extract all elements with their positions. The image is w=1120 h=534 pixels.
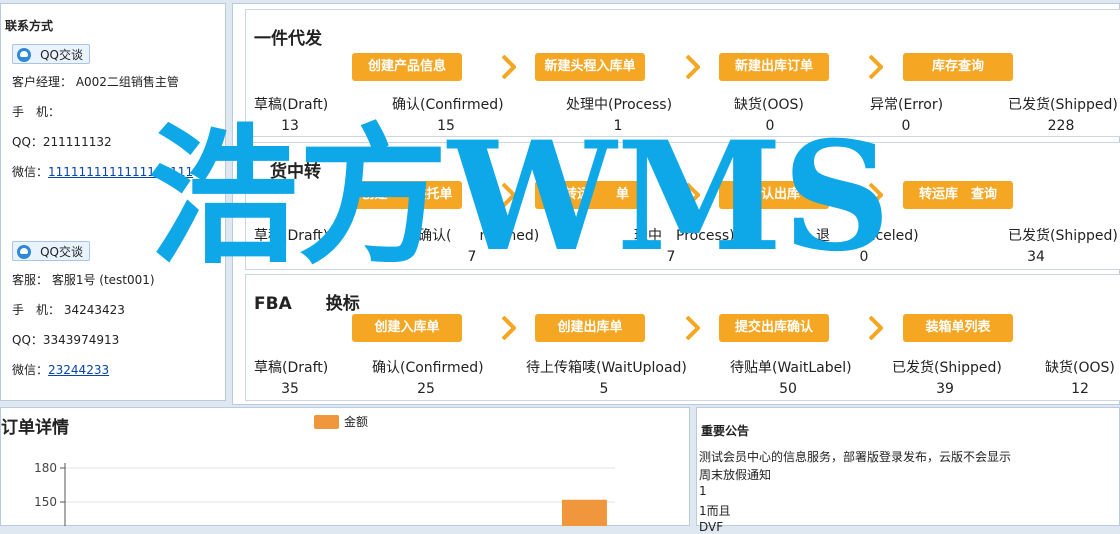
customer-manager: 客户经理： A002二组销售主管: [12, 75, 179, 89]
notice-item[interactable]: 测试会员中心的信息服务，部署版登录发布，云版不会显示: [699, 448, 1011, 465]
wechat-label: 微信：: [12, 363, 49, 377]
qq-icon: [17, 48, 31, 62]
service-wechat-link[interactable]: 23244233: [48, 363, 109, 377]
chevron-right-icon: [502, 316, 516, 340]
stat-label-draft[interactable]: 草稿(Draft): [254, 357, 328, 377]
service-phone: 手 机： 34243423: [12, 303, 125, 317]
inventory-query-button[interactable]: 库存查询: [903, 53, 1013, 81]
notice-title: 重要公告: [701, 424, 750, 438]
stat-value-shipped[interactable]: 228: [1031, 118, 1091, 134]
section-title: FBA 换标: [254, 289, 360, 314]
stat-label-shipped[interactable]: 已发货(Shipped): [1008, 94, 1118, 114]
wechat-label: 微信：: [12, 165, 49, 179]
create-inbound-button[interactable]: 新建头程入库单: [535, 53, 645, 81]
notice-item[interactable]: DVF: [699, 520, 723, 534]
stat-label-shipped[interactable]: 已发货(Shipped): [892, 357, 1002, 377]
stat-value-shipped[interactable]: 34: [1006, 249, 1066, 265]
packing-list-button[interactable]: 装箱单列表: [903, 314, 1013, 342]
contact-title: 联系方式: [5, 19, 54, 33]
qq-chat-label: QQ交谈: [40, 245, 83, 259]
y-tick-label: 150: [34, 495, 57, 509]
submit-outbound-confirm-button[interactable]: 提交出库确认: [719, 314, 829, 342]
chevron-right-icon: [686, 55, 700, 79]
transit-inventory-query-button[interactable]: 转运库 查询: [903, 181, 1013, 209]
order-chart: 180 150: [34, 461, 615, 526]
manager-phone: 手 机：: [12, 105, 61, 119]
chevron-right-icon: [869, 316, 883, 340]
qq-chat-button-service[interactable]: QQ交谈: [12, 241, 90, 261]
stat-value-waitlabel[interactable]: 50: [758, 381, 818, 397]
create-outbound-button[interactable]: 新建出库订单: [719, 53, 829, 81]
stat-label-waitupload[interactable]: 待上传箱唛(WaitUpload): [526, 357, 687, 377]
button-part: 转运库: [918, 187, 958, 202]
service-name: 客服： 客服1号 (test001): [12, 273, 155, 287]
stat-label-waitlabel[interactable]: 待贴单(WaitLabel): [730, 357, 852, 377]
create-product-button[interactable]: 创建产品信息: [352, 53, 462, 81]
button-part: 查询: [971, 187, 998, 202]
stat-label-confirmed[interactable]: 确认(Confirmed): [372, 357, 484, 377]
qq-chat-button-manager[interactable]: QQ交谈: [12, 44, 90, 64]
notice-item[interactable]: 周末放假通知: [699, 466, 771, 483]
stat-value-confirmed[interactable]: 25: [396, 381, 456, 397]
notice-item[interactable]: 1: [699, 484, 707, 498]
stat-label-shipped[interactable]: 已发货(Shipped): [1008, 225, 1118, 245]
create-outbound-button[interactable]: 创建出库单: [535, 314, 645, 342]
chevron-right-icon: [869, 55, 883, 79]
section-title: 一件代发: [254, 29, 322, 49]
qq-icon: [17, 245, 31, 259]
notice-item[interactable]: 1而且: [699, 502, 731, 519]
stat-label-oos[interactable]: 缺货(OOS): [1045, 357, 1115, 377]
service-qq: QQ：3343974913: [12, 333, 120, 347]
title-part: 换标: [325, 294, 360, 314]
manager-qq: QQ：211111132: [12, 135, 112, 149]
stat-value-oos[interactable]: 12: [1050, 381, 1110, 397]
stat-value-waitupload[interactable]: 5: [574, 381, 634, 397]
y-tick-label: 180: [34, 461, 57, 475]
notice-panel: 重要公告 测试会员中心的信息服务，部署版登录发布，云版不会显示 周末放假通知 1…: [696, 407, 1120, 534]
bar: [561, 499, 607, 526]
stat-value-draft[interactable]: 35: [260, 381, 320, 397]
watermark: 浩方WMS: [148, 109, 891, 285]
create-inbound-button[interactable]: 创建入库单: [352, 314, 462, 342]
order-details-panel: 订单详情 金额 180 150: [0, 407, 690, 526]
service-wechat: 微信：23244233: [12, 361, 109, 378]
chevron-right-icon: [502, 55, 516, 79]
title-part: FBA: [254, 294, 292, 314]
stat-value-shipped[interactable]: 39: [915, 381, 975, 397]
chevron-right-icon: [686, 316, 700, 340]
section-fba-relabel: FBA 换标 创建入库单 创建出库单 提交出库确认 装箱单列表 草稿(Draft…: [245, 274, 1120, 401]
qq-chat-label: QQ交谈: [40, 48, 83, 62]
